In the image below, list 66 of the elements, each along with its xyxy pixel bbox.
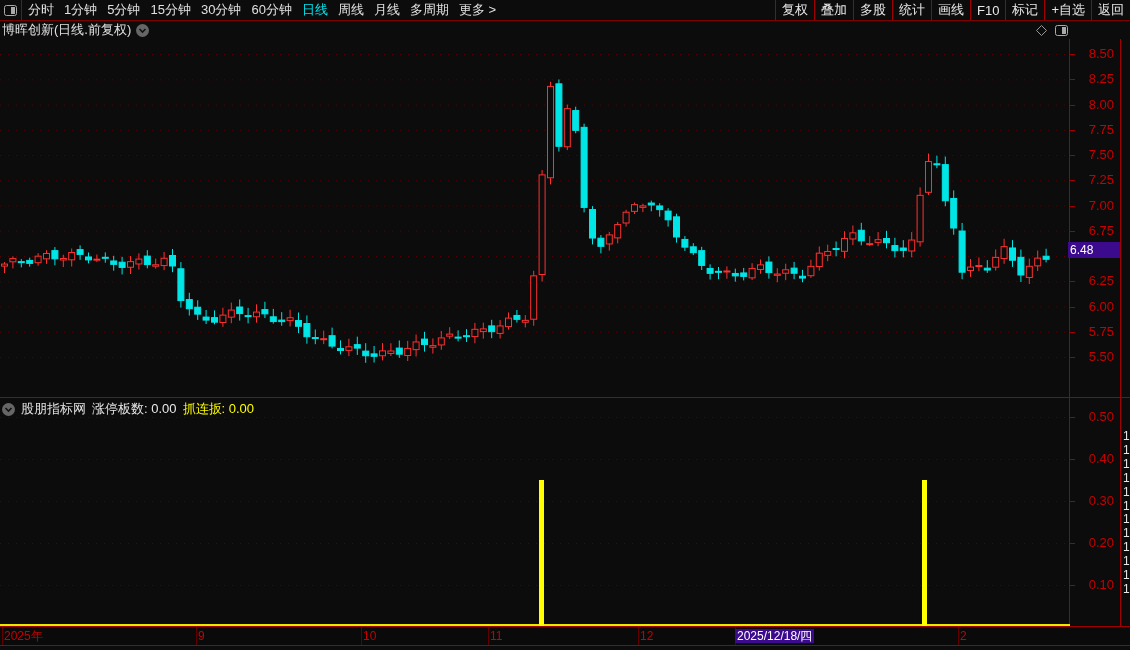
price-tick-label: 5.50 [1088, 350, 1114, 364]
chart-title: 博晖创新(日线.前复权) [2, 21, 132, 39]
side-value: 1 [1123, 471, 1130, 485]
indicator-name: 股朋指标网 [21, 400, 86, 418]
date-label: 10 [362, 629, 378, 643]
toolbar-button[interactable]: 复权 [775, 0, 814, 20]
panel-toggle-icon[interactable] [1055, 24, 1068, 36]
indicator-tick-label: 0.10 [1088, 578, 1114, 592]
price-tick-label: 6.00 [1088, 299, 1114, 314]
date-label: 2 [959, 629, 968, 643]
side-value: 1 [1123, 430, 1130, 443]
date-label: 12 [639, 629, 655, 643]
indicator-value: 涨停板数: 0.00 [92, 400, 177, 418]
price-tick-label: 7.25 [1088, 173, 1114, 188]
price-tick-label: 8.00 [1088, 97, 1114, 112]
side-value: 1 [1123, 443, 1130, 457]
side-value: 1 [1123, 513, 1130, 527]
price-tick-label: 7.00 [1088, 198, 1114, 213]
toolbar-button[interactable]: 标记 [1005, 0, 1045, 20]
price-tick-label: 8.25 [1088, 72, 1114, 87]
price-tick-label: 7.50 [1088, 148, 1114, 162]
date-label: 9 [197, 629, 206, 643]
price-tick-label: 5.75 [1088, 324, 1114, 339]
indicator-tick-label: 0.20 [1088, 536, 1114, 550]
date-label: 2025年 [3, 629, 44, 643]
period-tab[interactable]: 5分钟 [107, 1, 141, 19]
toolbar-button[interactable]: +自选 [1044, 0, 1091, 20]
dropdown-icon[interactable] [2, 402, 15, 416]
panel-toggle-icon [4, 4, 17, 16]
indicator-value: 抓连扳: 0.00 [182, 400, 255, 418]
period-tab[interactable]: 周线 [337, 1, 364, 19]
side-value: 1 [1123, 527, 1130, 541]
indicator-tick-label: 0.30 [1088, 494, 1114, 508]
dropdown-icon[interactable] [136, 23, 150, 37]
period-tab[interactable]: 月线 [373, 1, 400, 19]
toolbar-button[interactable]: 叠加 [814, 0, 853, 20]
date-label: 2025/12/18/四 [735, 629, 815, 643]
side-value: 1 [1123, 555, 1130, 569]
toolbar-button[interactable]: F10 [970, 0, 1006, 20]
price-tick-label: 7.75 [1088, 122, 1114, 137]
toolbar-button[interactable]: 画线 [931, 0, 970, 20]
period-tab[interactable]: 更多 > [458, 1, 497, 19]
side-value: 1 [1123, 582, 1130, 596]
date-label: 11 [489, 629, 504, 643]
toolbar-button[interactable]: 多股 [853, 0, 892, 20]
toolbar-button[interactable]: 统计 [892, 0, 931, 20]
period-tab[interactable]: 30分钟 [200, 1, 242, 19]
price-tick-label: 6.75 [1088, 223, 1114, 238]
period-tab[interactable]: 1分钟 [64, 1, 98, 19]
diamond-icon[interactable] [1036, 24, 1047, 36]
period-tab[interactable]: 15分钟 [150, 1, 191, 19]
side-value: 1 [1123, 485, 1130, 499]
period-tab[interactable]: 60分钟 [251, 1, 292, 19]
indicator-tick-label: 0.40 [1088, 452, 1114, 466]
side-value: 1 [1123, 541, 1130, 555]
price-tick-label: 6.25 [1088, 274, 1114, 289]
indicator-tick-label: 0.50 [1088, 410, 1114, 424]
period-tab[interactable]: 多周期 [409, 1, 449, 19]
last-price-label: 6.48 [1068, 242, 1120, 258]
side-value: 1 [1123, 569, 1130, 582]
side-value: 1 [1123, 457, 1130, 471]
period-tab[interactable]: 分时 [28, 1, 54, 19]
side-value: 1 [1123, 499, 1130, 513]
period-tab[interactable]: 日线 [301, 1, 328, 19]
price-tick-label: 8.50 [1088, 47, 1114, 61]
toolbar-button[interactable]: 返回 [1091, 0, 1130, 20]
